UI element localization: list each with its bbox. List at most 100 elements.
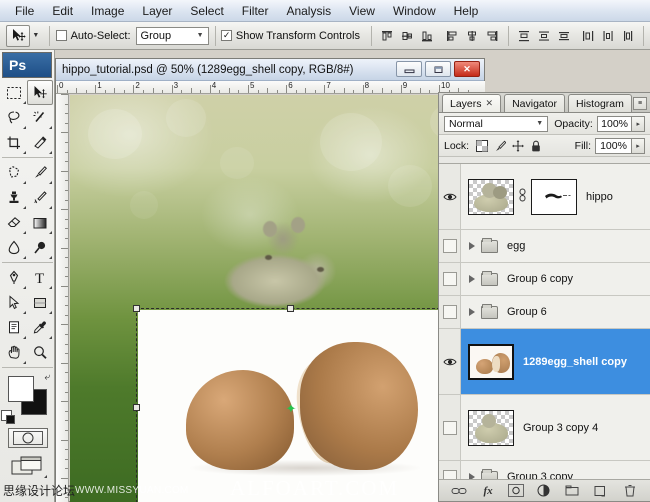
lock-all-icon[interactable] xyxy=(530,140,542,152)
layer-name[interactable]: Group 6 copy xyxy=(507,273,573,285)
restore-button[interactable] xyxy=(425,61,451,77)
menu-item-filter[interactable]: Filter xyxy=(233,2,278,20)
layer-thumbnail[interactable] xyxy=(468,178,514,215)
eye-icon[interactable] xyxy=(442,190,457,204)
menu-item-window[interactable]: Window xyxy=(384,2,445,20)
eraser-tool[interactable] xyxy=(1,210,27,235)
fill-input[interactable]: 100% xyxy=(595,137,632,154)
quick-mask-icon[interactable] xyxy=(7,428,48,448)
layer-name[interactable]: egg xyxy=(507,240,525,252)
align-right-edges-icon[interactable] xyxy=(483,26,502,45)
layer-name[interactable]: Group 6 xyxy=(507,306,547,318)
layer-name[interactable]: Group 3 copy 4 xyxy=(523,422,598,434)
pen-tool[interactable] xyxy=(1,265,27,290)
menu-item-edit[interactable]: Edit xyxy=(43,2,82,20)
layer-name[interactable]: hippo xyxy=(586,191,613,203)
layer-row-egg[interactable]: egg xyxy=(439,230,650,263)
fill-slider-arrow-icon[interactable]: ▸ xyxy=(632,137,645,154)
expand-triangle-icon[interactable] xyxy=(469,308,475,316)
layer-thumbnail[interactable] xyxy=(468,343,514,380)
crop-tool[interactable] xyxy=(1,130,27,155)
distribute-left-edges-icon[interactable] xyxy=(578,26,597,45)
notes-tool[interactable] xyxy=(1,315,27,340)
layer-row-group-3-copy-4[interactable]: Group 3 copy 4 xyxy=(439,395,650,461)
layer-row-1289egg-shell-copy[interactable]: 1289egg_shell copy xyxy=(439,329,650,395)
menu-item-layer[interactable]: Layer xyxy=(133,2,181,20)
patch-tool[interactable] xyxy=(1,160,27,185)
expand-triangle-icon[interactable] xyxy=(469,275,475,283)
align-top-edges-icon[interactable] xyxy=(378,26,397,45)
layer-row-group-6[interactable]: Group 6 xyxy=(439,296,650,329)
distribute-top-edges-icon[interactable] xyxy=(514,26,533,45)
show-transform-controls-checkbox[interactable]: ✓ xyxy=(221,30,232,41)
tab-navigator[interactable]: Navigator xyxy=(504,94,566,112)
layer-row-group-3-copy[interactable]: Group 3 copy xyxy=(439,461,650,481)
clone-stamp-tool[interactable] xyxy=(1,185,27,210)
lasso-tool[interactable] xyxy=(1,105,27,130)
new-group-button[interactable] xyxy=(563,483,581,499)
rectangular-marquee-tool[interactable] xyxy=(1,80,27,105)
eye-icon-off[interactable] xyxy=(442,272,457,286)
layer-thumbnail[interactable] xyxy=(468,409,514,446)
distribute-vertical-centers-icon[interactable] xyxy=(534,26,553,45)
tool-preset-chevron-down-icon[interactable]: ▼ xyxy=(32,32,39,39)
layer-mask-thumbnail[interactable] xyxy=(531,178,577,215)
document-title-bar[interactable]: hippo_tutorial.psd @ 50% (1289egg_shell … xyxy=(56,59,484,81)
tab-layers[interactable]: Layers ✕ xyxy=(442,94,502,112)
opacity-slider-arrow-icon[interactable]: ▸ xyxy=(632,115,645,132)
eye-icon-off[interactable] xyxy=(442,420,457,435)
eyedropper-tool[interactable] xyxy=(27,315,53,340)
menu-item-analysis[interactable]: Analysis xyxy=(277,2,340,20)
eye-icon[interactable] xyxy=(442,355,457,369)
eye-icon-off[interactable] xyxy=(442,305,457,319)
foreground-color-swatch[interactable] xyxy=(8,376,34,402)
opacity-input[interactable]: 100% xyxy=(596,115,633,132)
align-left-edges-icon[interactable] xyxy=(443,26,462,45)
menu-item-view[interactable]: View xyxy=(340,2,384,20)
menu-item-image[interactable]: Image xyxy=(82,2,133,20)
expand-triangle-icon[interactable] xyxy=(469,242,475,250)
move-tool-icon[interactable] xyxy=(6,24,31,47)
slice-tool[interactable] xyxy=(27,130,53,155)
zoom-tool[interactable] xyxy=(27,340,53,365)
layer-row-hippo[interactable]: hippo xyxy=(439,164,650,230)
auto-select-checkbox[interactable] xyxy=(56,30,67,41)
align-vertical-centers-icon[interactable] xyxy=(398,26,417,45)
move-tool[interactable] xyxy=(27,80,53,105)
distribute-horizontal-centers-icon[interactable] xyxy=(598,26,617,45)
default-colors-icon[interactable] xyxy=(1,410,15,424)
type-tool[interactable]: T xyxy=(27,265,53,290)
layer-row-group-6-copy[interactable]: Group 6 copy xyxy=(439,263,650,296)
link-layers-button[interactable] xyxy=(450,483,468,499)
dodge-tool[interactable] xyxy=(27,235,53,260)
link-icon[interactable] xyxy=(517,188,528,205)
auto-select-scope-select[interactable]: Group ▼ xyxy=(135,26,209,45)
rectangle-shape-tool[interactable] xyxy=(27,290,53,315)
eye-icon-off[interactable] xyxy=(442,239,457,253)
delete-layer-button[interactable] xyxy=(621,483,639,499)
close-icon[interactable]: ✕ xyxy=(486,98,494,109)
blend-mode-select[interactable]: Normal ▼ xyxy=(444,115,549,132)
screen-mode-icon[interactable] xyxy=(11,456,47,478)
blur-tool[interactable] xyxy=(1,235,27,260)
menu-item-file[interactable]: File xyxy=(6,2,43,20)
canvas-area[interactable]: ✦ ALFOART.COM WWW.MISSYUAN.COM xyxy=(70,95,485,502)
gradient-tool[interactable] xyxy=(27,210,53,235)
layer-name[interactable]: 1289egg_shell copy xyxy=(523,356,627,368)
path-selection-tool[interactable] xyxy=(1,290,27,315)
align-bottom-edges-icon[interactable] xyxy=(418,26,437,45)
menu-item-select[interactable]: Select xyxy=(181,2,232,20)
add-layer-mask-button[interactable] xyxy=(507,484,524,497)
lock-position-icon[interactable] xyxy=(512,139,525,152)
magic-wand-tool[interactable] xyxy=(27,105,53,130)
layer-list[interactable]: hippo egg Group 6 copy Group 6 1289egg_s… xyxy=(439,163,650,481)
new-layer-button[interactable] xyxy=(592,483,610,499)
align-horizontal-centers-icon[interactable] xyxy=(463,26,482,45)
hand-tool[interactable] xyxy=(1,340,27,365)
swap-colors-icon[interactable]: ⤶ xyxy=(44,372,50,383)
history-brush-tool[interactable] xyxy=(27,185,53,210)
lock-transparent-pixels-icon[interactable] xyxy=(476,139,489,152)
lock-image-pixels-icon[interactable] xyxy=(494,140,507,152)
menu-item-help[interactable]: Help xyxy=(445,2,488,20)
close-button[interactable]: ✕ xyxy=(454,61,480,77)
